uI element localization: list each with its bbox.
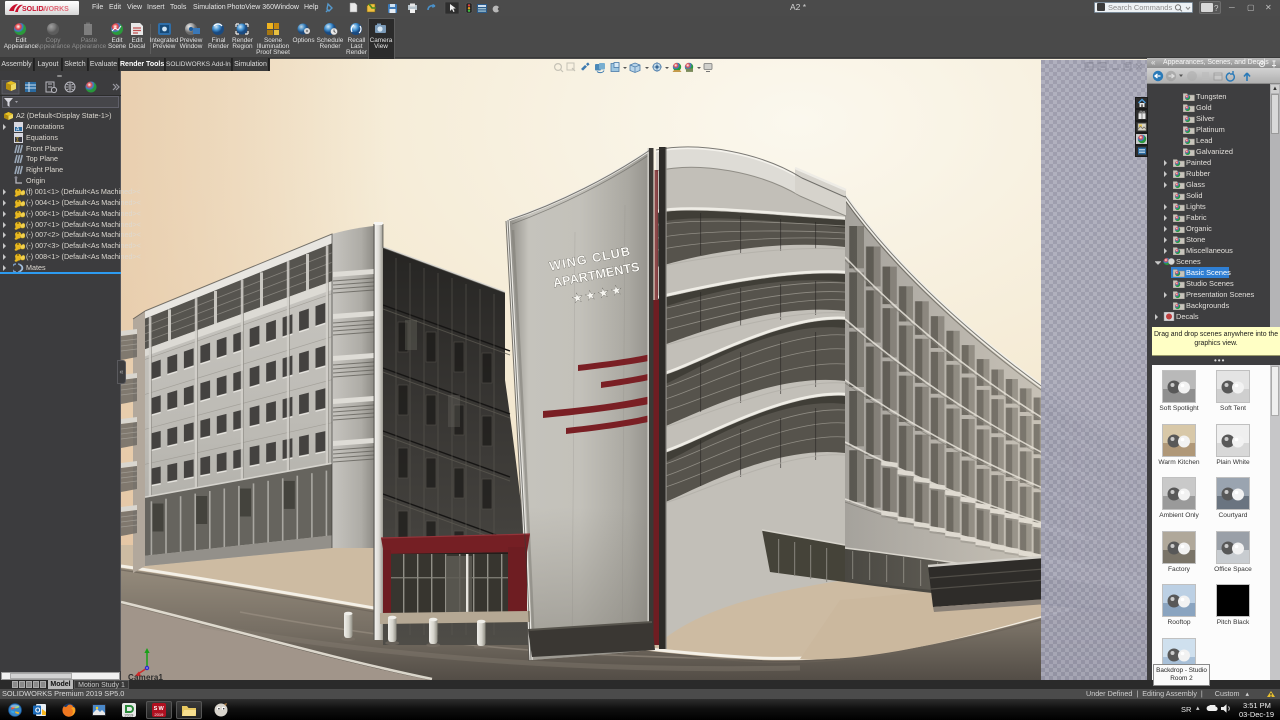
svg-text:WORKS: WORKS [42, 6, 69, 13]
svg-text:SOLID: SOLID [22, 6, 43, 13]
svg-text:?: ? [1214, 4, 1219, 12]
svg-text:2019: 2019 [154, 712, 164, 717]
svg-text:2019: 2019 [124, 712, 134, 717]
svg-text:O: O [35, 708, 41, 715]
